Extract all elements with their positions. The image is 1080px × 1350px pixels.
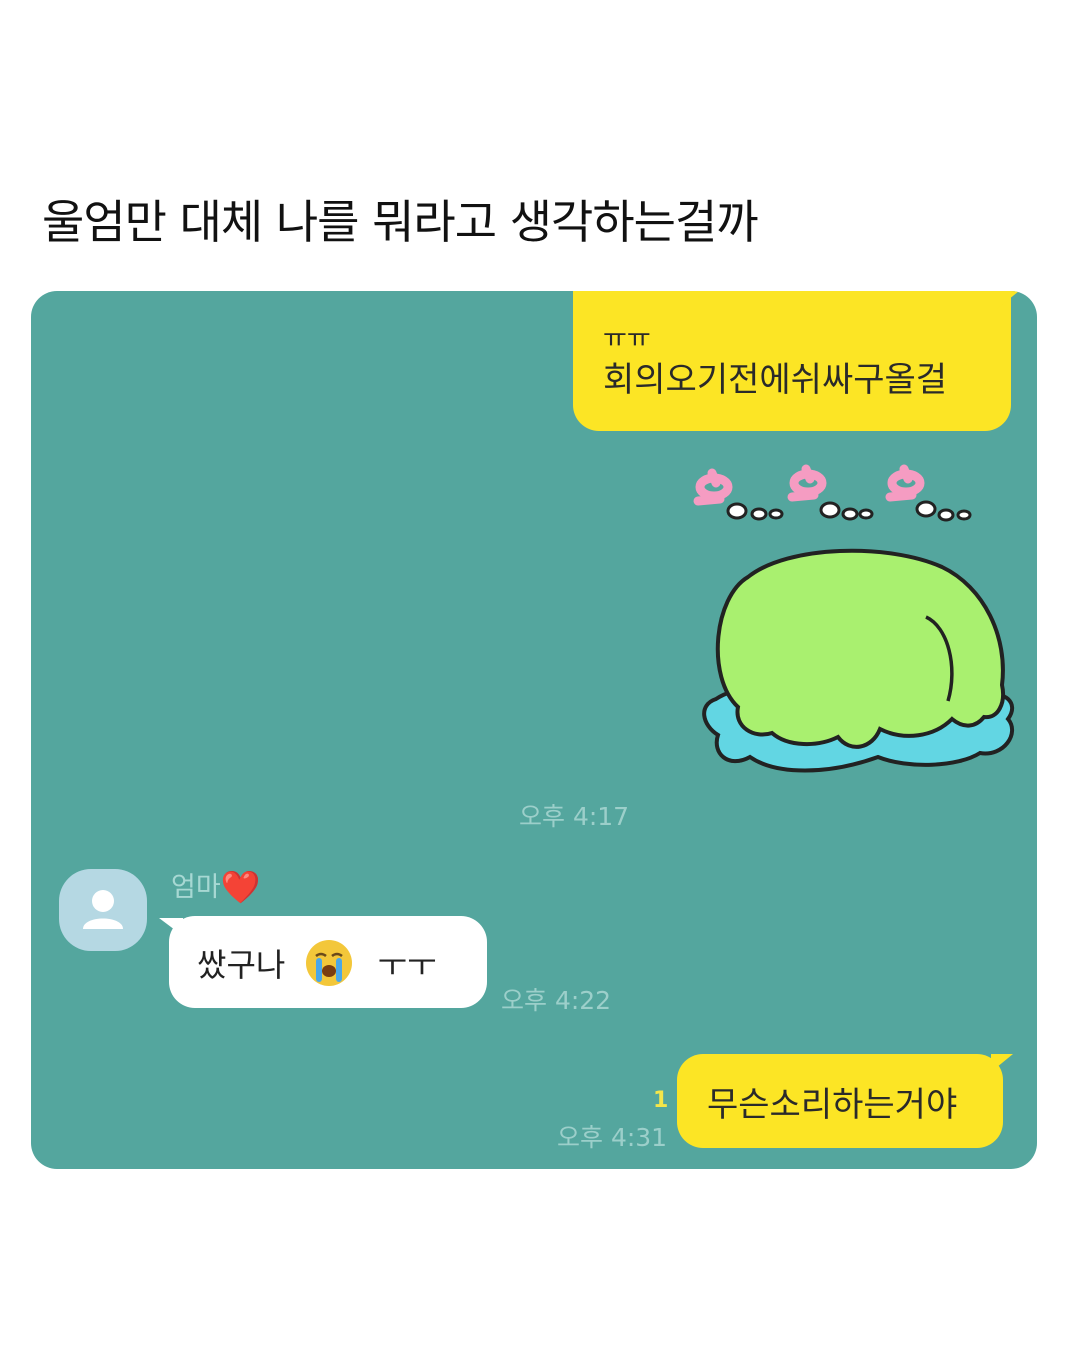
heart-emoji: ❤️ <box>220 868 261 906</box>
message-time: 오후 4:22 <box>501 986 612 1015</box>
sender-name: 엄마❤️ <box>171 865 261 906</box>
message-text: 쌌구나 <box>197 946 286 984</box>
person-icon <box>83 890 123 929</box>
crying-frog-sticker <box>693 464 1015 773</box>
post-caption: 울엄만 대체 나를 뭐라고 생각하는걸까 <box>42 195 759 249</box>
sender-name-text: 엄마 <box>171 872 221 903</box>
crying-frog-body <box>715 548 1005 749</box>
bubble-tail <box>991 1054 1013 1072</box>
avatar[interactable] <box>59 869 147 951</box>
sticker-text-dots <box>726 500 972 522</box>
my-message-bubble: 무슨소리하는거야 <box>677 1054 1003 1148</box>
sticker-crying-text <box>693 464 925 506</box>
chat-screenshot: ㅠㅠ 회의오기전에쉬싸구올걸 오후 4:17 엄마❤️ 쌌구나 ㅜㅜ 오후 4:… <box>31 291 1037 1169</box>
message-line: 회의오기전에쉬싸구올걸 <box>603 360 948 400</box>
crying-face-icon <box>305 940 352 986</box>
message-text: ㅜㅜ <box>377 946 437 984</box>
message-time: 오후 4:17 <box>519 802 630 831</box>
message-text: 무슨소리하는거야 <box>707 1085 958 1125</box>
my-message-bubble: ㅠㅠ 회의오기전에쉬싸구올걸 <box>573 291 1011 431</box>
unread-count: 1 <box>653 1088 669 1113</box>
bubble-tail <box>997 291 1019 309</box>
message-time: 오후 4:31 <box>557 1123 668 1152</box>
message-line: ㅠㅠ <box>603 324 651 354</box>
other-message-bubble: 쌌구나 ㅜㅜ <box>169 916 487 1008</box>
